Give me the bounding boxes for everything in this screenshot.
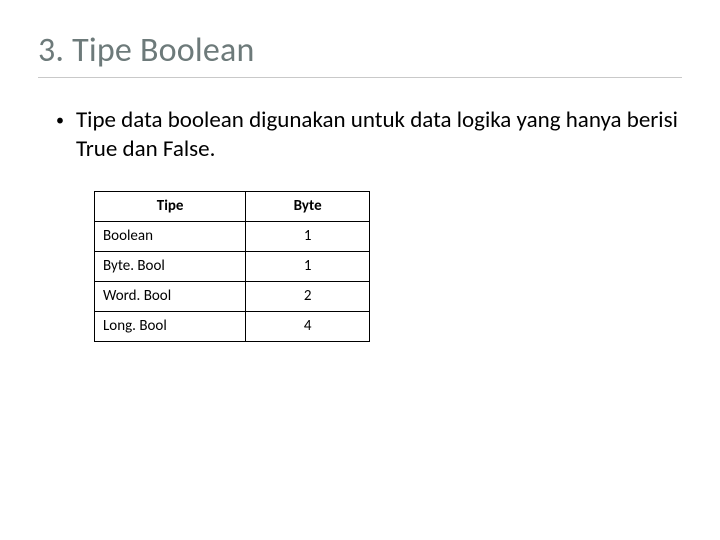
table-row: Long. Bool 4: [95, 311, 370, 341]
cell-tipe: Byte. Bool: [95, 251, 246, 281]
cell-byte: 4: [246, 311, 370, 341]
table-header-row: Tipe Byte: [95, 191, 370, 221]
cell-tipe: Long. Bool: [95, 311, 246, 341]
bullet-list: • Tipe data boolean digunakan untuk data…: [38, 106, 682, 165]
cell-byte: 1: [246, 251, 370, 281]
header-tipe: Tipe: [95, 191, 246, 221]
cell-tipe: Boolean: [95, 221, 246, 251]
type-table: Tipe Byte Boolean 1 Byte. Bool 1 Word. B…: [94, 191, 370, 342]
page-title: 3. Tipe Boolean: [38, 30, 682, 78]
bullet-item: • Tipe data boolean digunakan untuk data…: [56, 106, 682, 165]
type-table-wrap: Tipe Byte Boolean 1 Byte. Bool 1 Word. B…: [38, 191, 682, 342]
table-row: Word. Bool 2: [95, 281, 370, 311]
cell-tipe: Word. Bool: [95, 281, 246, 311]
table-row: Byte. Bool 1: [95, 251, 370, 281]
table-row: Boolean 1: [95, 221, 370, 251]
bullet-marker: •: [56, 106, 64, 136]
cell-byte: 2: [246, 281, 370, 311]
slide: 3. Tipe Boolean • Tipe data boolean digu…: [0, 0, 720, 342]
bullet-text: Tipe data boolean digunakan untuk data l…: [76, 106, 682, 165]
cell-byte: 1: [246, 221, 370, 251]
header-byte: Byte: [246, 191, 370, 221]
